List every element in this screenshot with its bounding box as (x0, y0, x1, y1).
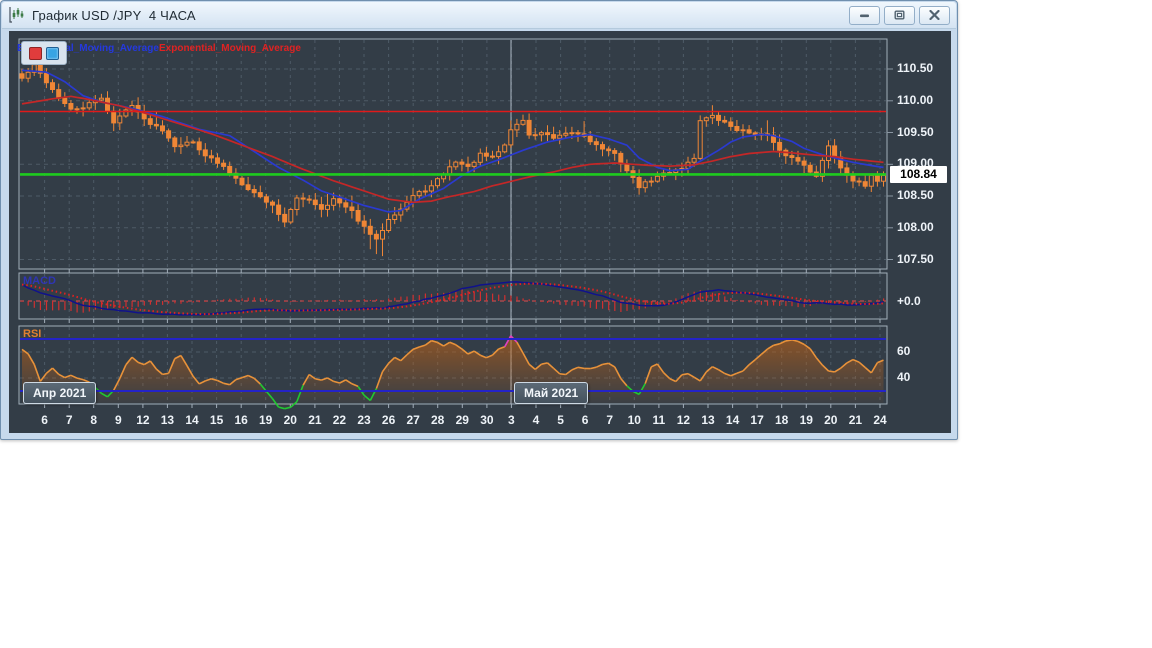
x-axis-day-label: 21 (848, 413, 863, 427)
x-axis-day-label: 16 (234, 413, 248, 427)
ma-slow-legend-label: Exponential_Moving_Average (159, 43, 301, 54)
chart-content-area: Exponential_Moving_Average Exponential_M… (9, 31, 951, 433)
macd-zero-tick: +0.0 (897, 294, 921, 308)
x-axis-day-label: 10 (627, 413, 641, 427)
x-axis-day-label: 23 (357, 413, 371, 427)
x-axis-day-label: 6 (581, 413, 589, 427)
price-chart-canvas[interactable] (9, 31, 951, 433)
x-axis-day-label: 8 (90, 413, 98, 427)
x-axis-day-label: 14 (725, 413, 740, 427)
x-axis-day-label: 6 (41, 413, 48, 427)
x-axis-day-label: 13 (160, 413, 175, 427)
x-axis-day-label: 4 (532, 413, 540, 427)
x-axis-day-label: 20 (824, 413, 838, 427)
x-axis-day-label: 15 (209, 413, 224, 427)
month-label-april: Апр 2021 (23, 382, 97, 404)
x-axis-day-label: 7 (606, 413, 614, 427)
x-axis-day-label: 26 (381, 413, 396, 427)
x-axis-day-label: 13 (701, 413, 715, 427)
close-icon (929, 10, 940, 20)
window-title: График USD /JPY 4 ЧАСА (32, 7, 196, 23)
price-tick-label: 108.00 (897, 219, 934, 234)
x-axis-day-label: 30 (480, 413, 494, 427)
price-tick-label: 108.50 (897, 188, 934, 202)
x-axis-day-label: 9 (114, 413, 122, 427)
x-axis-day-label: 18 (775, 413, 789, 427)
x-axis-day-label: 14 (185, 413, 199, 427)
x-axis-day-label: 20 (283, 413, 297, 427)
close-button[interactable] (919, 5, 950, 25)
x-axis-day-label: 27 (406, 413, 420, 427)
x-axis-day-label: 11 (652, 413, 666, 427)
month-label-may: Май 2021 (514, 382, 589, 404)
title-bar[interactable]: График USD /JPY 4 ЧАСА (2, 2, 956, 29)
chart-window: График USD /JPY 4 ЧАСА Exponential_Movin… (0, 0, 958, 440)
rsi-tick-label: 40 (897, 370, 911, 384)
minimize-icon (860, 14, 869, 17)
restore-button[interactable] (884, 5, 915, 25)
x-axis-day-label: 3 (508, 413, 515, 427)
x-axis-day-label: 12 (136, 413, 150, 427)
x-axis-day-label: 29 (455, 413, 469, 427)
x-axis-day-label: 24 (873, 413, 887, 427)
x-axis-day-label: 5 (557, 413, 564, 427)
x-axis-day-label: 7 (65, 413, 73, 427)
x-axis-day-label: 22 (332, 413, 347, 427)
x-axis-day-label: 17 (750, 413, 764, 427)
price-tick-label: 109.50 (897, 124, 934, 139)
candlestick-chart-icon (9, 7, 24, 23)
x-axis-day-label: 21 (308, 413, 322, 427)
rsi-label: RSI (23, 328, 42, 340)
restore-icon (894, 10, 905, 20)
price-tick-label: 110.00 (897, 92, 934, 107)
x-axis-day-label: 19 (799, 413, 813, 427)
price-tick-label: 107.50 (897, 251, 934, 266)
macd-label: MACD (23, 275, 56, 287)
minimize-button[interactable] (849, 5, 880, 25)
x-axis-day-label: 19 (259, 413, 273, 427)
rsi-tick-label: 60 (897, 344, 911, 358)
indicator-toggle-panel (21, 41, 67, 65)
blue-indicator-toggle-button[interactable] (46, 46, 59, 60)
window-controls (849, 5, 950, 25)
price-tick-label: 110.50 (897, 61, 934, 75)
current-price-tag: 108.84 (890, 166, 947, 183)
x-axis-day-label: 12 (676, 413, 691, 427)
red-indicator-toggle-button[interactable] (29, 46, 42, 60)
x-axis-day-label: 28 (431, 413, 445, 427)
